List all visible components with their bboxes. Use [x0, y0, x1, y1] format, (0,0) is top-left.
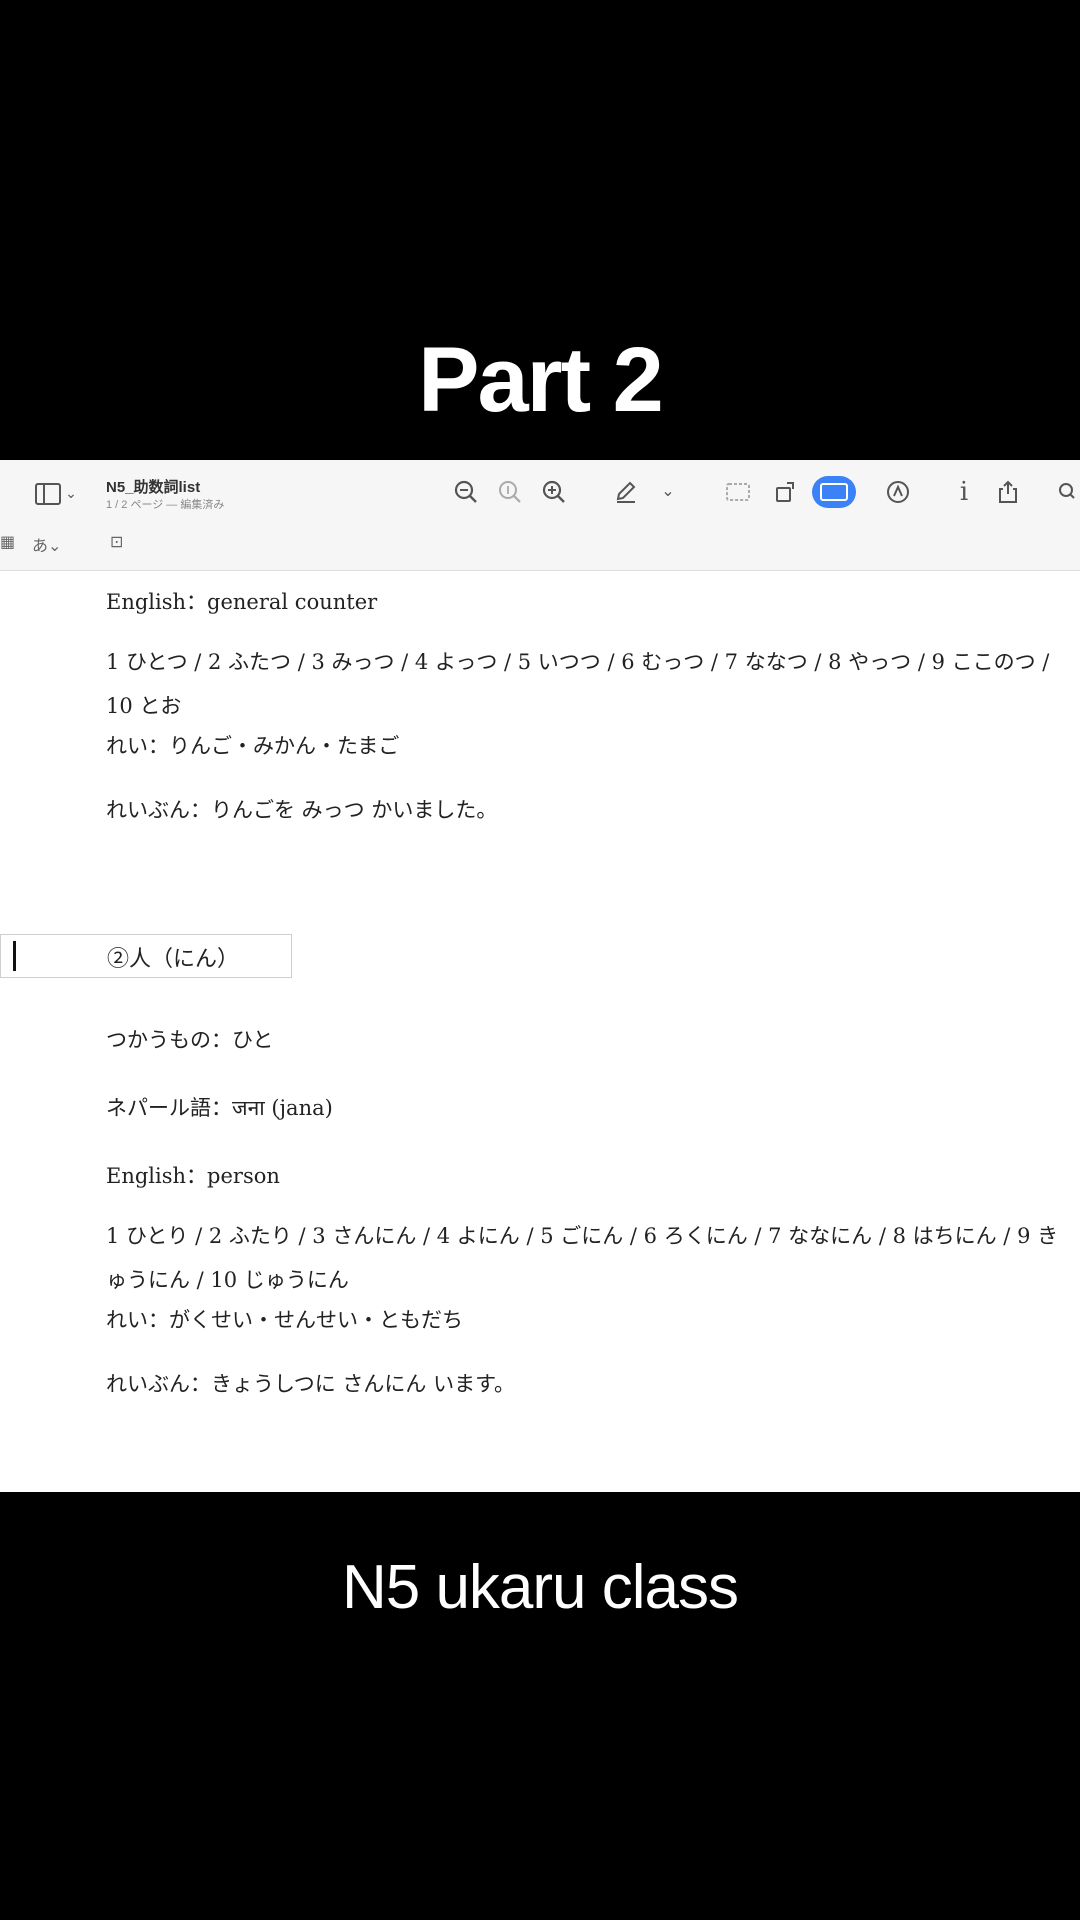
example-sentence-nin: れいぶん：きょうしつに さんにん います。	[106, 1372, 515, 1396]
highlight-button[interactable]	[812, 476, 856, 508]
markup-icon	[887, 481, 909, 503]
actual-size-icon	[499, 481, 521, 503]
example-words-nin: れい：がくせい・せんせい・ともだち	[106, 1308, 463, 1332]
note-icon[interactable]: ⊡	[110, 532, 123, 551]
pen-menu-button[interactable]: ⌄	[650, 472, 686, 508]
counting-list-tsu: 1 ひとつ / 2 ふたつ / 3 みっつ / 4 よっつ / 5 いつつ / …	[106, 650, 1050, 718]
highlight-icon	[820, 483, 848, 501]
selection-icon	[726, 483, 750, 501]
info-button[interactable]: i	[946, 474, 982, 510]
markup-button[interactable]	[880, 474, 916, 510]
zoom-out-button[interactable]	[448, 474, 484, 510]
text-cursor	[13, 941, 16, 971]
chevron-down-icon: ⌄	[65, 486, 77, 502]
info-icon: i	[959, 477, 969, 507]
rotate-icon	[776, 482, 794, 502]
example-words-tsu: れい：りんご・みかん・たまご	[106, 734, 400, 758]
zoom-in-icon	[542, 480, 565, 503]
sidebar-toggle-button[interactable]: ⌄	[26, 476, 86, 512]
section-heading-box[interactable]: ②人（にん）	[0, 934, 292, 978]
text-style-icon[interactable]: あ⌄	[32, 532, 61, 556]
nepali-line-nin: ネパール語：जना (jana)	[106, 1096, 333, 1120]
zoom-in-button[interactable]	[536, 474, 572, 510]
pen-icon	[616, 481, 636, 503]
overlay-title: Part 2	[417, 328, 666, 433]
chevron-down-icon: ⌄	[661, 480, 675, 500]
section-heading: ②人（にん）	[107, 947, 240, 972]
share-button[interactable]	[990, 474, 1026, 510]
english-line-person: English：person	[106, 1164, 280, 1188]
pdf-viewer-window: ⌄ N5_助数詞list 1 / 2 ページ — 編集済み ⌄ i ▦ あ⌄ ⊡…	[0, 460, 1080, 1492]
toolbar: ⌄ N5_助数詞list 1 / 2 ページ — 編集済み ⌄ i ▦ あ⌄ ⊡	[0, 460, 1080, 571]
actual-size-button[interactable]	[492, 474, 528, 510]
grid-icon[interactable]: ▦	[0, 532, 15, 551]
zoom-out-icon	[454, 480, 477, 503]
counting-list-nin: 1 ひとり / 2 ふたり / 3 さんにん / 4 よにん / 5 ごにん /…	[106, 1224, 1059, 1292]
sidebar-icon	[35, 483, 62, 505]
search-icon	[1059, 483, 1075, 499]
usage-line-nin: つかうもの：ひと	[106, 1028, 274, 1052]
rotate-button[interactable]	[768, 474, 804, 510]
english-line-general: English：general counter	[106, 590, 378, 614]
share-icon	[999, 480, 1017, 503]
example-sentence-tsu: れいぶん：りんごを みっつ かいました。	[106, 798, 498, 822]
document-title: N5_助数詞list	[106, 479, 201, 496]
pen-button[interactable]	[608, 474, 644, 510]
document-subtitle: 1 / 2 ページ — 編集済み	[106, 499, 225, 511]
search-button[interactable]	[1052, 474, 1080, 510]
selection-button[interactable]	[720, 474, 756, 510]
overlay-caption: N5 ukaru class	[341, 1553, 739, 1622]
document-page: English：general counter 1 ひとつ / 2 ふたつ / …	[0, 570, 1080, 1492]
